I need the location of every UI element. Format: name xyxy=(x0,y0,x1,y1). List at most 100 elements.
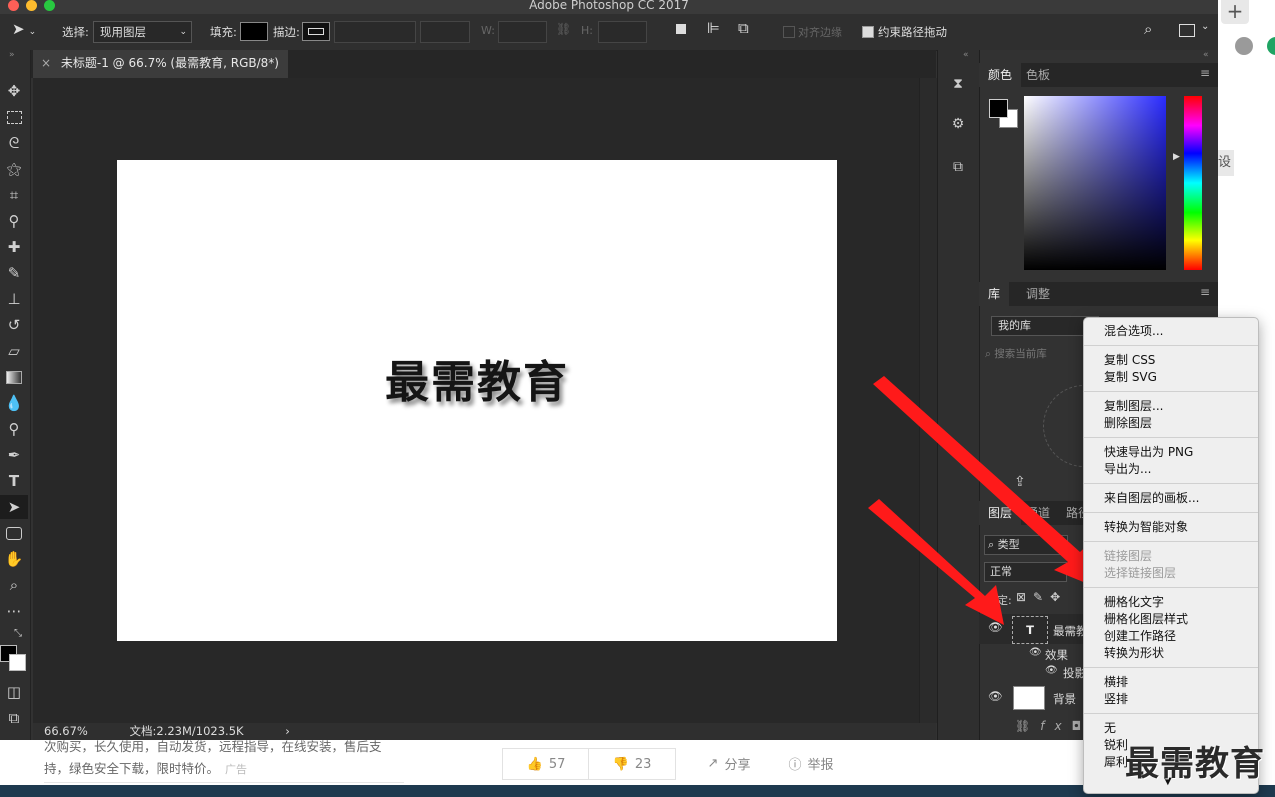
crop-tool-icon[interactable]: ⌗ xyxy=(0,183,28,207)
blur-tool-icon[interactable]: 💧 xyxy=(0,391,28,415)
library-search-input[interactable]: ⌕ 搜索当前库 xyxy=(985,345,1085,363)
quick-mask-icon[interactable]: ◫ xyxy=(0,680,28,704)
path-arrangement-icon[interactable]: ⧉ xyxy=(738,19,749,37)
width-field[interactable] xyxy=(498,21,547,43)
layer-footer-icons[interactable]: ⛓fx◘ xyxy=(1015,719,1091,733)
stroke-swatch[interactable] xyxy=(302,22,330,41)
visibility-eye-icon[interactable]: 👁 xyxy=(988,620,1003,634)
gradient-tool-icon[interactable] xyxy=(0,365,28,389)
properties-panel-icon[interactable]: ⚙ xyxy=(946,112,970,136)
report-button[interactable]: ⓘ 举报 xyxy=(778,748,844,778)
vertical-scrollbar[interactable] xyxy=(919,78,937,723)
pen-tool-icon[interactable]: ✒ xyxy=(0,443,28,467)
context-menu-item[interactable]: 创建工作路径 xyxy=(1104,628,1176,645)
add-tab-icon[interactable]: + xyxy=(1221,0,1249,24)
drop-shadow-eye-icon[interactable]: 👁 xyxy=(1045,665,1058,676)
context-menu-item[interactable]: 栅格化图层样式 xyxy=(1104,611,1188,628)
minimize-window-icon[interactable] xyxy=(26,0,37,11)
color-panel-menu-icon[interactable]: ≡ xyxy=(1200,66,1210,80)
background-color-swatch[interactable] xyxy=(9,654,26,671)
context-menu-item[interactable]: 转换为形状 xyxy=(1104,645,1164,662)
context-menu-item[interactable]: 删除图层 xyxy=(1104,415,1152,432)
context-menu-item[interactable]: 来自图层的画板... xyxy=(1104,490,1199,507)
library-upload-icon[interactable]: ⇪ xyxy=(1014,474,1026,490)
move-tool-icon[interactable]: ✥ xyxy=(0,79,28,103)
color-spectrum[interactable] xyxy=(1024,96,1166,270)
tab-adjustments[interactable]: 调整 xyxy=(1017,282,1059,306)
shape-tool-icon[interactable] xyxy=(0,521,28,545)
move-tool-preset-icon[interactable]: ➤ ⌄ xyxy=(12,20,36,38)
library-panel-menu-icon[interactable]: ≡ xyxy=(1200,285,1210,299)
workspace-icon[interactable] xyxy=(1179,24,1195,37)
context-menu-item[interactable]: 无 xyxy=(1104,720,1116,737)
context-menu-item[interactable]: 竖排 xyxy=(1104,691,1128,708)
like-button[interactable]: 👍 57 xyxy=(502,748,590,780)
tab-layers[interactable]: 图层 xyxy=(979,501,1022,525)
visibility-eye-icon[interactable]: 👁 xyxy=(988,689,1003,703)
more-tools-icon[interactable]: ⋯ xyxy=(0,599,28,623)
clone-stamp-tool-icon[interactable]: ⊥ xyxy=(0,287,28,311)
context-menu-item[interactable]: 混合选项... xyxy=(1104,323,1163,340)
context-menu-item[interactable]: 导出为... xyxy=(1104,461,1151,478)
eyedropper-tool-icon[interactable]: ⚲ xyxy=(0,209,28,233)
close-window-icon[interactable] xyxy=(8,0,19,11)
context-menu-item[interactable]: 转换为智能对象 xyxy=(1104,519,1188,536)
swap-colors-icon[interactable]: ⤡ xyxy=(14,628,22,639)
context-menu-item[interactable]: 复制图层... xyxy=(1104,398,1163,415)
eraser-tool-icon[interactable]: ▱ xyxy=(0,339,28,363)
extension-icon[interactable] xyxy=(1267,37,1275,55)
document-tab[interactable]: × 未标题-1 @ 66.7% (最需教育, RGB/8*) * xyxy=(33,50,288,97)
hue-slider[interactable] xyxy=(1184,96,1202,270)
glyphs-panel-icon[interactable]: ⧉ xyxy=(946,155,970,179)
select-target-dropdown[interactable]: 现用图层 ⌄ xyxy=(93,21,192,43)
tab-library[interactable]: 库 xyxy=(979,282,1010,306)
lock-icons[interactable]: ⊠✎✥ xyxy=(1016,590,1067,604)
effects-eye-icon[interactable]: 👁 xyxy=(1029,647,1042,658)
tools-collapse-icon[interactable]: » xyxy=(9,50,15,60)
magic-wand-tool-icon[interactable]: ⚝ xyxy=(0,157,28,181)
panel-foreground-swatch[interactable] xyxy=(989,99,1008,118)
history-panel-icon[interactable]: ⧗ xyxy=(946,72,970,96)
zoom-level[interactable]: 66.67% xyxy=(44,724,88,738)
status-menu-chevron-icon[interactable]: › xyxy=(285,724,290,738)
document-canvas[interactable]: 最需教育 xyxy=(117,160,837,641)
brush-tool-icon[interactable]: ✎ xyxy=(0,261,28,285)
path-operations-icon[interactable] xyxy=(676,24,686,34)
healing-brush-tool-icon[interactable]: ✚ xyxy=(0,235,28,259)
type-tool-icon[interactable]: T xyxy=(0,469,28,493)
share-button[interactable]: ↗ 分享 xyxy=(696,748,762,778)
lasso-tool-icon[interactable]: ᘓ xyxy=(0,131,28,155)
link-dimensions-icon[interactable]: ⛓ xyxy=(556,22,571,36)
profile-icon[interactable] xyxy=(1235,37,1253,55)
dodge-tool-icon[interactable]: ⚲ xyxy=(0,417,28,441)
context-menu-item[interactable]: 栅格化文字 xyxy=(1104,594,1164,611)
hand-tool-icon[interactable]: ✋ xyxy=(0,547,28,571)
canvas-text-layer[interactable]: 最需教育 xyxy=(117,346,837,410)
stroke-type-dropdown[interactable] xyxy=(420,21,470,43)
context-menu-item[interactable]: 复制 CSS xyxy=(1104,352,1155,369)
context-menu-item[interactable]: 横排 xyxy=(1104,674,1128,691)
dislike-button[interactable]: 👎 23 xyxy=(588,748,676,780)
context-menu-item[interactable]: 快速导出为 PNG xyxy=(1104,444,1193,461)
align-edges-checkbox[interactable] xyxy=(783,26,795,38)
workspace-chevron-icon[interactable]: ⌄ xyxy=(1201,21,1209,32)
blend-mode-select[interactable]: 正常 xyxy=(984,562,1067,582)
strip-collapse-icon[interactable]: « xyxy=(963,50,969,60)
tab-color[interactable]: 颜色 xyxy=(979,63,1022,87)
history-brush-tool-icon[interactable]: ↺ xyxy=(0,313,28,337)
marquee-tool-icon[interactable] xyxy=(0,105,28,129)
stroke-width-field[interactable] xyxy=(334,21,416,43)
context-menu-item[interactable]: 复制 SVG xyxy=(1104,369,1157,386)
constrain-path-checkbox[interactable] xyxy=(862,26,874,38)
side-button[interactable]: 设 xyxy=(1218,150,1234,176)
zoom-tool-icon[interactable]: ⌕ xyxy=(0,573,28,597)
tab-channels[interactable]: 通道 xyxy=(1017,501,1059,525)
maximize-window-icon[interactable] xyxy=(44,0,55,11)
layer-kind-filter[interactable]: ⌕ 类型 xyxy=(984,535,1068,555)
path-alignment-icon[interactable]: ⊫ xyxy=(707,19,720,37)
screen-mode-icon[interactable]: ⧉ xyxy=(0,706,28,730)
tab-swatches[interactable]: 色板 xyxy=(1017,63,1059,87)
height-field[interactable] xyxy=(598,21,647,43)
fill-swatch[interactable] xyxy=(240,22,268,41)
close-tab-icon[interactable]: × xyxy=(41,56,51,70)
